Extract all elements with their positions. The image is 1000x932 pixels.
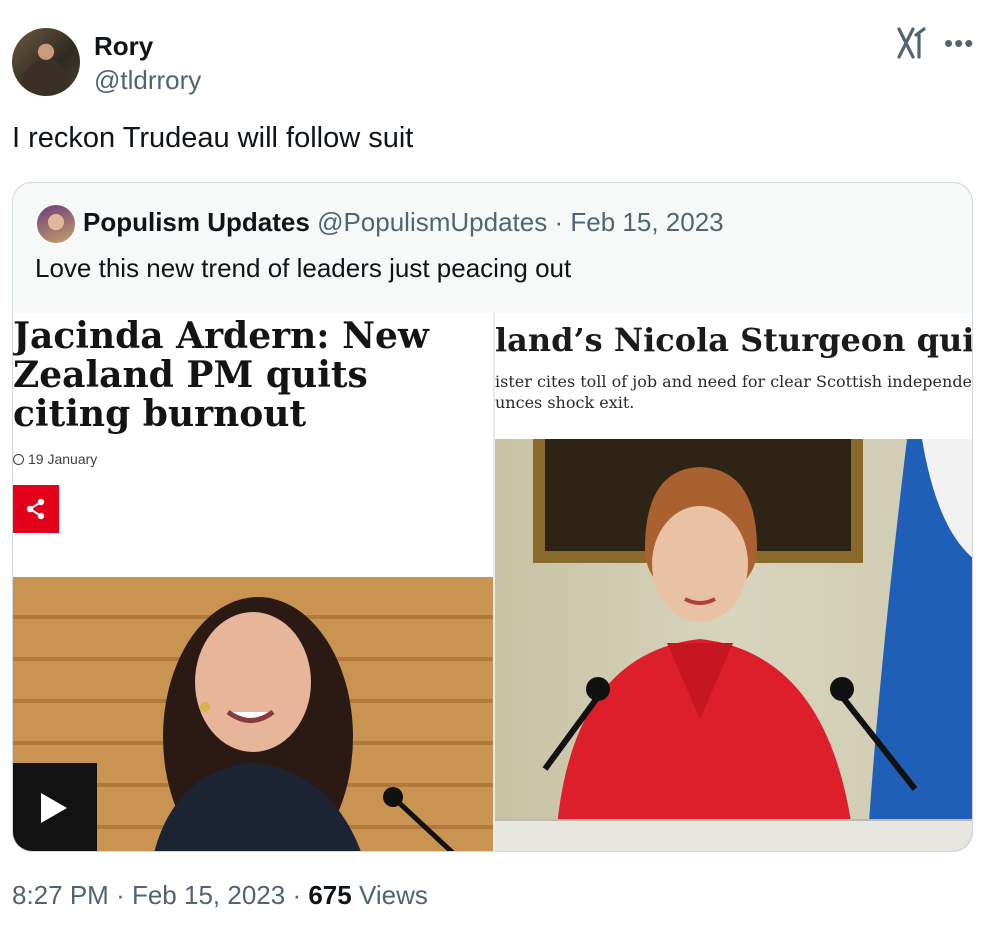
views-label: Views [358, 880, 428, 910]
author-handle[interactable]: @tldrrory [94, 65, 201, 96]
quoted-tweet[interactable]: Populism Updates @PopulismUpdates · Feb … [12, 182, 973, 852]
tweet-text: I reckon Trudeau will follow suit [12, 122, 414, 154]
sturgeon-subline-2: unces shock exit. [495, 393, 635, 412]
footer-separator-1: · [116, 880, 125, 910]
footer-separator-2: · [292, 880, 302, 910]
views-count: 675 [308, 880, 352, 910]
quoted-date[interactable]: Feb 15, 2023 [570, 207, 723, 237]
sturgeon-subheadline: ister cites toll of job and need for cle… [495, 371, 973, 413]
quoted-header: Populism Updates @PopulismUpdates · Feb … [83, 207, 724, 238]
author-avatar[interactable] [12, 28, 80, 96]
sturgeon-photo [495, 439, 972, 851]
play-button[interactable] [13, 763, 97, 851]
share-icon [26, 498, 45, 520]
quoted-text: Love this new trend of leaders just peac… [35, 253, 572, 283]
ardern-date-text: 19 January [28, 451, 98, 467]
ardern-headline: Jacinda Ardern: New Zealand PM quits cit… [13, 315, 429, 435]
quoted-author-handle[interactable]: @PopulismUpdates [317, 207, 547, 237]
quoted-separator: · [554, 207, 564, 237]
play-icon [41, 793, 67, 823]
lectern [495, 819, 972, 851]
author-name[interactable]: Rory [94, 31, 153, 62]
more-icon[interactable]: ••• [944, 30, 974, 56]
quoted-author-avatar[interactable] [37, 205, 75, 243]
ardern-date: 19 January [13, 451, 97, 467]
tweet-time: 8:27 PM [12, 880, 109, 910]
sturgeon-headline: land’s Nicola Sturgeon quits [495, 321, 973, 359]
tweet-timestamp[interactable]: 8:27 PM · Feb 15, 2023 · 675 Views [12, 880, 428, 911]
quoted-author-name[interactable]: Populism Updates [83, 207, 310, 237]
sturgeon-subline-1: ister cites toll of job and need for cle… [495, 372, 973, 391]
tweet-date: Feb 15, 2023 [131, 880, 286, 910]
clock-icon [13, 454, 24, 465]
media-image-ardern[interactable]: Jacinda Ardern: New Zealand PM quits cit… [13, 313, 493, 851]
share-button[interactable] [13, 485, 59, 533]
media-image-sturgeon[interactable]: land’s Nicola Sturgeon quits ister cites… [495, 313, 973, 851]
x-logo-icon[interactable] [896, 26, 928, 60]
